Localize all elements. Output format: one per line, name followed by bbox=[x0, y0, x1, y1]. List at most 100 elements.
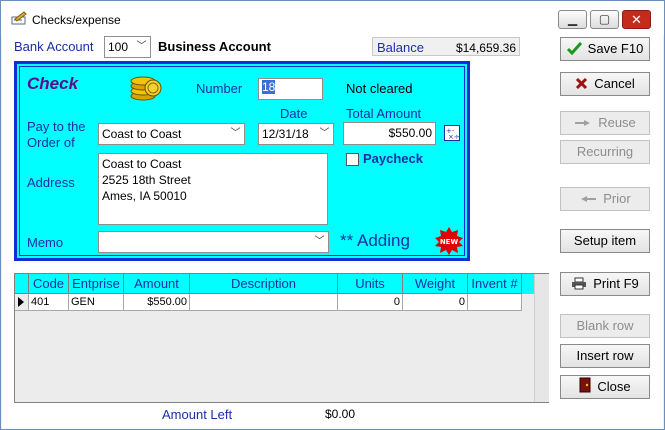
date-value: 12/31/18 bbox=[262, 127, 309, 141]
grid-vertical-scrollbar[interactable] bbox=[534, 274, 549, 402]
chevron-down-icon: ﹀ bbox=[136, 41, 147, 52]
print-button[interactable]: Print F9 bbox=[560, 272, 650, 296]
paycheck-label: Paycheck bbox=[363, 151, 423, 166]
blank-row-button[interactable]: Blank row bbox=[560, 314, 650, 338]
memo-select[interactable]: ﹀ bbox=[98, 231, 329, 253]
cancel-label: Cancel bbox=[594, 76, 635, 91]
column-header-invent[interactable]: Invent # bbox=[468, 274, 522, 294]
address-line-3: Ames, IA 50010 bbox=[102, 189, 187, 203]
hand-icon bbox=[575, 120, 591, 126]
minimize-icon: ▁ bbox=[567, 12, 578, 26]
pointing-hand-icon bbox=[581, 196, 597, 202]
payee-value: Coast to Coast bbox=[102, 127, 182, 141]
total-amount-value: $550.00 bbox=[388, 126, 432, 140]
minimize-button[interactable]: ▁ bbox=[558, 10, 587, 29]
prior-label: Prior bbox=[603, 191, 631, 206]
amount-left-value: $0.00 bbox=[325, 407, 356, 421]
close-button[interactable]: Close bbox=[560, 375, 650, 399]
check-panel: Check Number 18 Not cleared Date Total A… bbox=[14, 61, 470, 261]
bank-account-select[interactable]: 100 ﹀ bbox=[104, 36, 151, 58]
column-header-weight[interactable]: Weight bbox=[403, 274, 468, 294]
title-bar: Checks/expense ▁ ▢ ✕ bbox=[1, 1, 664, 35]
close-label: Close bbox=[597, 379, 631, 394]
cell-description[interactable] bbox=[190, 294, 338, 311]
cell-entprise[interactable]: GEN bbox=[69, 294, 124, 311]
cleared-status: Not cleared bbox=[346, 81, 413, 96]
save-label: Save F10 bbox=[587, 41, 644, 56]
svg-text:×÷: ×÷ bbox=[448, 133, 459, 140]
cell-code[interactable]: 401 bbox=[29, 294, 69, 311]
pay-to-label-2: Order of bbox=[27, 135, 75, 150]
address-label: Address bbox=[27, 175, 75, 190]
blank-row-label: Blank row bbox=[576, 318, 634, 333]
address-textarea[interactable]: Coast to Coast 2525 18th Street Ames, IA… bbox=[98, 153, 328, 225]
total-amount-field[interactable]: $550.00 bbox=[343, 122, 436, 145]
current-row-arrow-icon bbox=[18, 297, 24, 307]
grid-header: Code Entprise Amount Description Units W… bbox=[15, 274, 534, 294]
address-line-2: 2525 18th Street bbox=[102, 173, 191, 187]
chevron-down-icon: ﹀ bbox=[230, 128, 241, 139]
balance-label: Balance bbox=[377, 40, 424, 55]
form-body: Bank Account 100 ﹀ Business Account Bala… bbox=[2, 35, 663, 429]
payee-select[interactable]: Coast to Coast ﹀ bbox=[98, 123, 245, 145]
new-badge-icon: NEW bbox=[435, 227, 463, 255]
address-line-1: Coast to Coast bbox=[102, 157, 182, 171]
coins-icon bbox=[130, 76, 162, 101]
setup-item-button[interactable]: Setup item bbox=[560, 229, 650, 253]
total-amount-label: Total Amount bbox=[346, 106, 422, 121]
setup-item-label: Setup item bbox=[573, 233, 637, 248]
cell-amount[interactable]: $550.00 bbox=[124, 294, 190, 311]
cell-invent[interactable] bbox=[468, 294, 522, 311]
column-header-amount[interactable]: Amount bbox=[124, 274, 190, 294]
insert-row-button[interactable]: Insert row bbox=[560, 344, 650, 368]
print-label: Print F9 bbox=[593, 276, 639, 291]
pay-to-label-1: Pay to the bbox=[27, 119, 86, 134]
printer-icon bbox=[572, 277, 587, 290]
save-button[interactable]: Save F10 bbox=[560, 37, 650, 61]
calculator-button[interactable]: +- ×÷ bbox=[444, 125, 460, 141]
close-icon: ✕ bbox=[631, 12, 642, 27]
reuse-label: Reuse bbox=[598, 115, 636, 130]
reuse-button[interactable]: Reuse bbox=[560, 111, 650, 135]
date-select[interactable]: 12/31/18 ﹀ bbox=[258, 123, 334, 145]
cancel-button[interactable]: Cancel bbox=[560, 72, 650, 96]
x-mark-icon bbox=[576, 77, 588, 90]
column-header-description[interactable]: Description bbox=[190, 274, 338, 294]
paycheck-checkbox[interactable] bbox=[346, 153, 359, 166]
prior-button[interactable]: Prior bbox=[560, 187, 650, 211]
mode-indicator: ** Adding bbox=[340, 231, 410, 250]
bank-account-value: 100 bbox=[108, 40, 129, 54]
date-label: Date bbox=[280, 106, 308, 121]
maximize-icon: ▢ bbox=[598, 12, 611, 26]
recurring-label: Recurring bbox=[576, 144, 634, 159]
recurring-button[interactable]: Recurring bbox=[560, 140, 650, 164]
calculator-icon: +- ×÷ bbox=[446, 127, 460, 141]
amount-left-label: Amount Left bbox=[162, 407, 233, 422]
check-number-value: 18 bbox=[262, 80, 276, 94]
cell-weight[interactable]: 0 bbox=[403, 294, 468, 311]
column-header-units[interactable]: Units bbox=[338, 274, 403, 294]
close-window-button[interactable]: ✕ bbox=[622, 10, 651, 29]
bank-account-name: Business Account bbox=[158, 39, 271, 54]
window-title: Checks/expense bbox=[32, 13, 121, 27]
insert-row-label: Insert row bbox=[576, 348, 634, 363]
column-header-entprise[interactable]: Entprise bbox=[69, 274, 124, 294]
checkmark-icon bbox=[566, 41, 582, 55]
door-icon bbox=[579, 377, 591, 393]
cell-units[interactable]: 0 bbox=[338, 294, 403, 311]
balance-box: Balance $14,659.36 bbox=[372, 37, 520, 56]
check-heading: Check bbox=[27, 74, 79, 93]
bank-account-label: Bank Account bbox=[14, 39, 94, 54]
checks-expense-window: Checks/expense ▁ ▢ ✕ Bank Account 100 ﹀ … bbox=[0, 0, 665, 430]
pencil-check-icon bbox=[11, 11, 27, 25]
column-header-code[interactable]: Code bbox=[29, 274, 69, 294]
row-selector[interactable] bbox=[15, 294, 29, 311]
check-number-field[interactable]: 18 bbox=[258, 78, 323, 100]
chevron-down-icon: ﹀ bbox=[314, 236, 325, 247]
memo-label: Memo bbox=[27, 235, 64, 250]
line-items-grid: Code Entprise Amount Description Units W… bbox=[14, 273, 549, 403]
balance-value: $14,659.36 bbox=[455, 41, 516, 55]
maximize-button[interactable]: ▢ bbox=[590, 10, 619, 29]
chevron-down-icon: ﹀ bbox=[319, 128, 330, 139]
new-badge-text: NEW bbox=[440, 238, 459, 246]
